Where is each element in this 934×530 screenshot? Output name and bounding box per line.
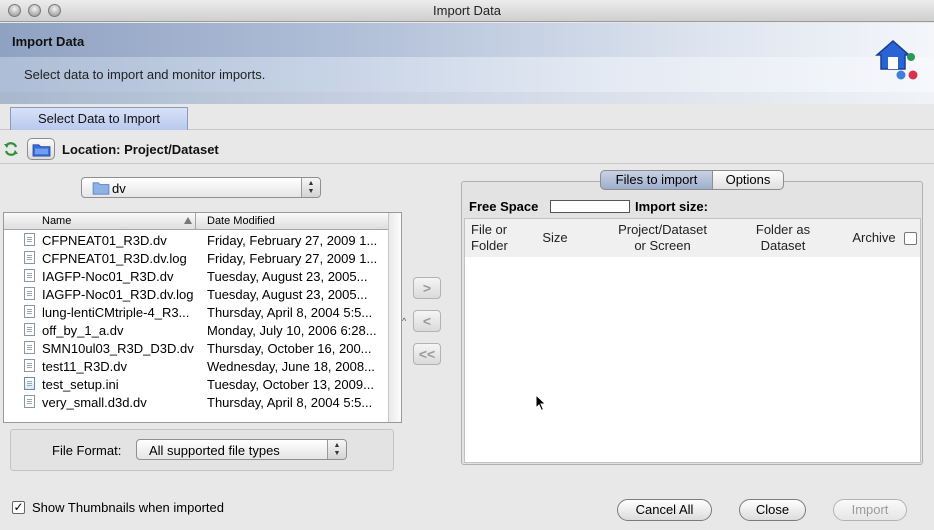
mouse-pointer-icon — [535, 394, 547, 412]
cancel-all-button[interactable]: Cancel All — [617, 499, 712, 521]
table-row[interactable]: test11_R3D.dv Wednesday, June 18, 2008... — [4, 357, 388, 375]
header-title: Import Data — [12, 34, 85, 49]
table-row[interactable]: IAGFP-Noc01_R3D.dv Tuesday, August 23, 20… — [4, 267, 388, 285]
column-header-file-or-folder[interactable]: File or Folder — [471, 222, 517, 254]
column-header-name[interactable]: Name — [42, 215, 71, 227]
file-date-modified: Tuesday, August 23, 2005... — [207, 287, 368, 302]
column-header-project-dataset[interactable]: Project/Dataset or Screen — [610, 222, 715, 254]
window-title: Import Data — [433, 3, 501, 18]
file-icon — [24, 233, 35, 246]
file-date-modified: Monday, July 10, 2006 6:28... — [207, 323, 377, 338]
collapse-caret-icon: ^ — [402, 316, 407, 326]
file-date-modified: Thursday, April 8, 2004 5:5... — [207, 395, 373, 410]
remove-from-queue-button[interactable]: < — [413, 310, 441, 332]
file-date-modified: Wednesday, June 18, 2008... — [207, 359, 375, 374]
table-row[interactable]: lung-lentiCMtriple-4_R3... Thursday, Apri… — [4, 303, 388, 321]
file-icon — [24, 251, 35, 264]
zoom-window-button[interactable] — [48, 4, 61, 17]
table-row[interactable]: IAGFP-Noc01_R3D.dv.log Tuesday, August 23… — [4, 285, 388, 303]
free-space-bar — [550, 200, 630, 213]
file-icon — [24, 395, 35, 408]
file-date-modified: Friday, February 27, 2009 1... — [207, 233, 378, 248]
file-name: CFPNEAT01_R3D.dv — [42, 233, 167, 248]
close-button[interactable]: Close — [739, 499, 806, 521]
file-name: very_small.d3d.dv — [42, 395, 147, 410]
folder-select[interactable]: dv ▲ ▼ — [81, 177, 321, 198]
table-row[interactable]: CFPNEAT01_R3D.dv.log Friday, February 27,… — [4, 249, 388, 267]
column-header-size[interactable]: Size — [535, 230, 575, 246]
file-chooser-table[interactable]: Name Date Modified CFPNEAT01_R3D.dv Frida… — [3, 212, 402, 423]
file-date-modified: Tuesday, October 13, 2009... — [207, 377, 374, 392]
location-row: Location: Project/Dataset — [0, 134, 934, 164]
file-name: test11_R3D.dv — [42, 359, 128, 374]
table-row[interactable]: SMN10ul03_R3D_D3D.dv Thursday, October 16… — [4, 339, 388, 357]
tab-strip: Select Data to Import — [0, 104, 934, 130]
location-label: Location: Project/Dataset — [62, 142, 219, 157]
tab-select-data[interactable]: Select Data to Import — [10, 107, 188, 130]
file-name: SMN10ul03_R3D_D3D.dv — [42, 341, 194, 356]
segment-files-to-import[interactable]: Files to import — [600, 170, 713, 190]
updown-arrows-icon: ▲ ▼ — [327, 440, 346, 459]
file-format-select[interactable]: All supported file types ▲ ▼ — [136, 439, 347, 460]
file-format-value: All supported file types — [149, 443, 280, 458]
file-icon — [24, 341, 35, 354]
file-icon — [24, 359, 35, 372]
show-thumbnails-checkbox[interactable]: ✓ — [12, 501, 25, 514]
file-date-modified: Tuesday, August 23, 2005... — [207, 269, 368, 284]
choose-location-button[interactable] — [27, 138, 55, 160]
sort-ascending-icon — [184, 217, 192, 224]
vertical-scrollbar[interactable] — [388, 213, 401, 422]
file-name: lung-lentiCMtriple-4_R3... — [42, 305, 190, 320]
header-banner: Import Data Select data to import and mo… — [0, 23, 934, 105]
import-table-header: File or Folder Size Project/Dataset or S… — [465, 219, 920, 257]
file-date-modified: Friday, February 27, 2009 1... — [207, 251, 378, 266]
file-name: off_by_1_a.dv — [42, 323, 124, 338]
show-thumbnails-label: Show Thumbnails when imported — [32, 500, 224, 515]
import-size-label: Import size: — [635, 199, 708, 214]
file-name: CFPNEAT01_R3D.dv.log — [42, 251, 187, 266]
table-row[interactable]: very_small.d3d.dv Thursday, April 8, 2004… — [4, 393, 388, 411]
table-row[interactable]: test_setup.ini Tuesday, October 13, 2009.… — [4, 375, 388, 393]
table-header: Name Date Modified — [4, 213, 388, 230]
segment-options[interactable]: Options — [712, 170, 784, 190]
column-header-date[interactable]: Date Modified — [207, 215, 275, 227]
file-name: test_setup.ini — [42, 377, 119, 392]
column-header-folder-as-dataset[interactable]: Folder as Dataset — [745, 222, 821, 254]
file-name: IAGFP-Noc01_R3D.dv — [42, 269, 174, 284]
file-icon — [24, 305, 35, 318]
file-format-panel: File Format: All supported file types ▲ ▼ — [10, 429, 394, 471]
file-name: IAGFP-Noc01_R3D.dv.log — [42, 287, 194, 302]
archive-all-checkbox[interactable] — [904, 232, 917, 245]
table-row[interactable]: off_by_1_a.dv Monday, July 10, 2006 6:28.… — [4, 321, 388, 339]
omero-logo-icon — [875, 40, 918, 80]
folder-icon — [32, 144, 51, 157]
close-window-button[interactable] — [8, 4, 21, 17]
window-titlebar: Import Data — [0, 0, 934, 22]
ini-file-icon — [24, 377, 35, 390]
file-icon — [24, 323, 35, 336]
folder-icon — [92, 182, 110, 195]
file-format-label: File Format: — [52, 443, 122, 458]
import-queue-table[interactable]: File or Folder Size Project/Dataset or S… — [464, 218, 921, 463]
table-row[interactable]: CFPNEAT01_R3D.dv Friday, February 27, 200… — [4, 231, 388, 249]
import-button[interactable]: Import — [833, 499, 907, 521]
file-date-modified: Thursday, April 8, 2004 5:5... — [207, 305, 373, 320]
free-space-label: Free Space — [469, 199, 539, 214]
refresh-icon[interactable] — [3, 141, 19, 157]
remove-all-button[interactable]: << — [413, 343, 441, 365]
file-icon — [24, 287, 35, 300]
updown-arrows-icon: ▲ ▼ — [301, 178, 320, 197]
file-icon — [24, 269, 35, 282]
header-subtitle: Select data to import and monitor import… — [24, 67, 266, 82]
folder-select-value: dv — [112, 181, 126, 196]
add-to-queue-button[interactable]: > — [413, 277, 441, 299]
file-date-modified: Thursday, October 16, 200... — [207, 341, 372, 356]
column-header-archive[interactable]: Archive — [849, 230, 899, 246]
minimize-window-button[interactable] — [28, 4, 41, 17]
